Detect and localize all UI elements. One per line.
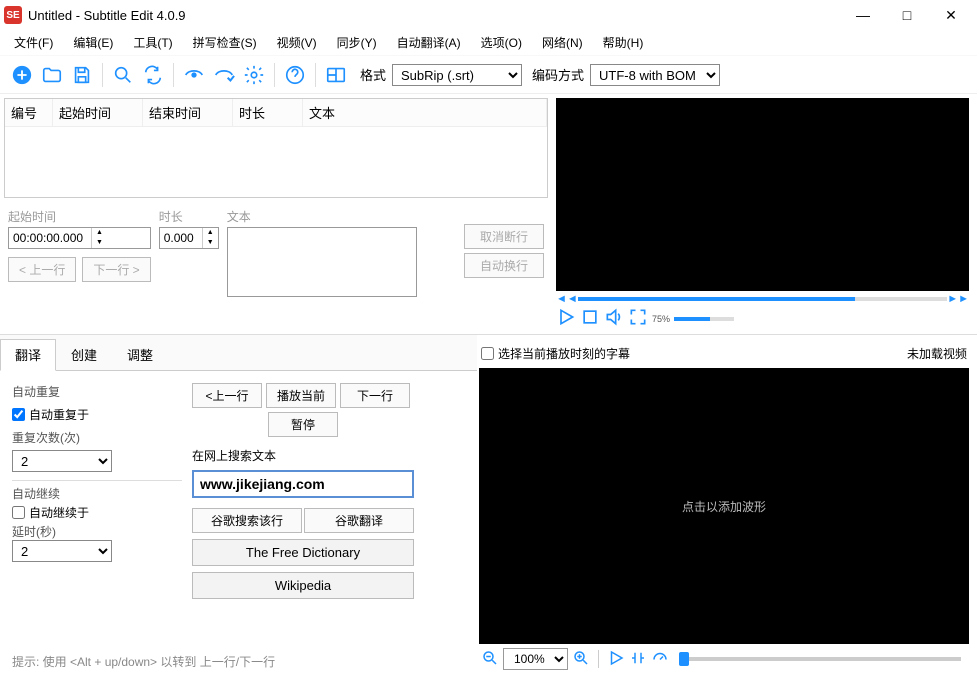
wave-position-icon[interactable]	[629, 649, 647, 670]
minimize-button[interactable]: —	[841, 0, 885, 30]
menu-autotranslate[interactable]: 自动翻译(A)	[391, 32, 467, 53]
next-line-button[interactable]: 下一行 >	[82, 257, 150, 282]
tab-translate[interactable]: 翻译	[0, 339, 56, 371]
menu-edit[interactable]: 编辑(E)	[67, 32, 119, 53]
encoding-select[interactable]: UTF-8 with BOM	[590, 64, 720, 86]
fullscreen-icon[interactable]	[628, 307, 648, 330]
new-button[interactable]	[8, 61, 36, 89]
hint-text: 提示: 使用 <Alt + up/down> 以转到 上一行/下一行	[0, 645, 477, 678]
menu-spellcheck[interactable]: 拼写检查(S)	[187, 32, 263, 53]
wikipedia-button[interactable]: Wikipedia	[192, 572, 414, 599]
title-bar: SE Untitled - Subtitle Edit 4.0.9 — □ ✕	[0, 0, 977, 30]
menu-file[interactable]: 文件(F)	[8, 32, 59, 53]
wave-play-icon[interactable]	[607, 649, 625, 670]
autorepeat-checkbox[interactable]: 自动重复于	[12, 404, 182, 425]
nav-next-button[interactable]: 下一行	[340, 383, 410, 408]
format-select[interactable]: SubRip (.srt)	[392, 64, 522, 86]
seek-start-icon[interactable]: ◄◄	[556, 293, 578, 305]
save-button[interactable]	[68, 61, 96, 89]
find-button[interactable]	[109, 61, 137, 89]
volume-icon[interactable]	[604, 307, 624, 330]
menu-video[interactable]: 视频(V)	[271, 32, 323, 53]
stop-icon[interactable]	[580, 307, 600, 330]
autorepeat-group: 自动重复	[12, 383, 182, 400]
search-input[interactable]	[192, 470, 414, 498]
app-icon: SE	[4, 6, 22, 24]
col-number[interactable]: 编号	[5, 99, 53, 126]
position-label: 75%	[652, 314, 670, 324]
no-video-label: 未加载视频	[907, 345, 967, 362]
wave-slider[interactable]	[679, 657, 961, 661]
autocontinue-checkbox[interactable]: 自动继续于	[12, 502, 182, 523]
help-button[interactable]	[281, 61, 309, 89]
col-text[interactable]: 文本	[303, 99, 547, 126]
toolbar: 格式 SubRip (.srt) 编码方式 UTF-8 with BOM	[0, 56, 977, 94]
seek-end-icon[interactable]: ►►	[947, 293, 969, 305]
google-translate-button[interactable]: 谷歌翻译	[304, 508, 414, 533]
start-time-label: 起始时间	[8, 208, 151, 225]
close-button[interactable]: ✕	[929, 0, 973, 30]
waveform-area[interactable]: 点击以添加波形	[479, 368, 969, 644]
duration-input[interactable]: ▲▼	[159, 227, 219, 249]
delay-label: 延时(秒)	[12, 523, 182, 540]
subtitle-text-input[interactable]	[227, 227, 417, 297]
video-player[interactable]	[556, 98, 969, 291]
volume-slider[interactable]	[674, 317, 734, 321]
col-start[interactable]: 起始时间	[53, 99, 143, 126]
spellcheck-button[interactable]	[210, 61, 238, 89]
unbreak-button[interactable]: 取消断行	[464, 224, 544, 249]
autobreak-button[interactable]: 自动换行	[464, 253, 544, 278]
menu-network[interactable]: 网络(N)	[536, 32, 589, 53]
search-label: 在网上搜索文本	[192, 447, 414, 464]
delay-select[interactable]: 2	[12, 540, 112, 562]
prev-line-button[interactable]: < 上一行	[8, 257, 76, 282]
settings-button[interactable]	[240, 61, 268, 89]
play-icon[interactable]	[556, 307, 576, 330]
col-duration[interactable]: 时长	[233, 99, 303, 126]
play-current-button[interactable]: 播放当前	[266, 383, 336, 408]
menu-options[interactable]: 选项(O)	[475, 32, 528, 53]
tab-create[interactable]: 创建	[56, 339, 112, 370]
repeat-count-select[interactable]: 2	[12, 450, 112, 472]
tab-adjust[interactable]: 调整	[112, 339, 168, 370]
zoom-in-icon[interactable]	[572, 649, 590, 670]
layout-button[interactable]	[322, 61, 350, 89]
subtitle-grid[interactable]: 编号 起始时间 结束时间 时长 文本	[4, 98, 548, 198]
google-search-button[interactable]: 谷歌搜索该行	[192, 508, 302, 533]
menu-sync[interactable]: 同步(Y)	[331, 32, 383, 53]
video-seekbar[interactable]	[578, 297, 947, 301]
menu-tools[interactable]: 工具(T)	[127, 32, 178, 53]
menu-bar: 文件(F) 编辑(E) 工具(T) 拼写检查(S) 视频(V) 同步(Y) 自动…	[0, 30, 977, 56]
pause-button[interactable]: 暂停	[268, 412, 338, 437]
nav-prev-button[interactable]: <上一行	[192, 383, 262, 408]
duration-label: 时长	[159, 208, 219, 225]
open-button[interactable]	[38, 61, 66, 89]
window-title: Untitled - Subtitle Edit 4.0.9	[28, 8, 841, 23]
text-label: 文本	[227, 208, 456, 225]
select-at-play-checkbox[interactable]: 选择当前播放时刻的字幕	[481, 343, 630, 364]
start-time-input[interactable]: ▲▼	[8, 227, 151, 249]
zoom-out-icon[interactable]	[481, 649, 499, 670]
repeat-count-label: 重复次数(次)	[12, 429, 182, 446]
visual-sync-button[interactable]	[180, 61, 208, 89]
zoom-select[interactable]: 100%	[503, 648, 568, 670]
encoding-label: 编码方式	[532, 65, 584, 84]
format-label: 格式	[360, 65, 386, 84]
replace-button[interactable]	[139, 61, 167, 89]
col-end[interactable]: 结束时间	[143, 99, 233, 126]
tfd-button[interactable]: The Free Dictionary	[192, 539, 414, 566]
menu-help[interactable]: 帮助(H)	[597, 32, 650, 53]
autocontinue-group: 自动继续	[12, 485, 182, 502]
wave-speed-icon[interactable]	[651, 649, 669, 670]
mode-tabs: 翻译 创建 调整	[0, 335, 477, 371]
maximize-button[interactable]: □	[885, 0, 929, 30]
